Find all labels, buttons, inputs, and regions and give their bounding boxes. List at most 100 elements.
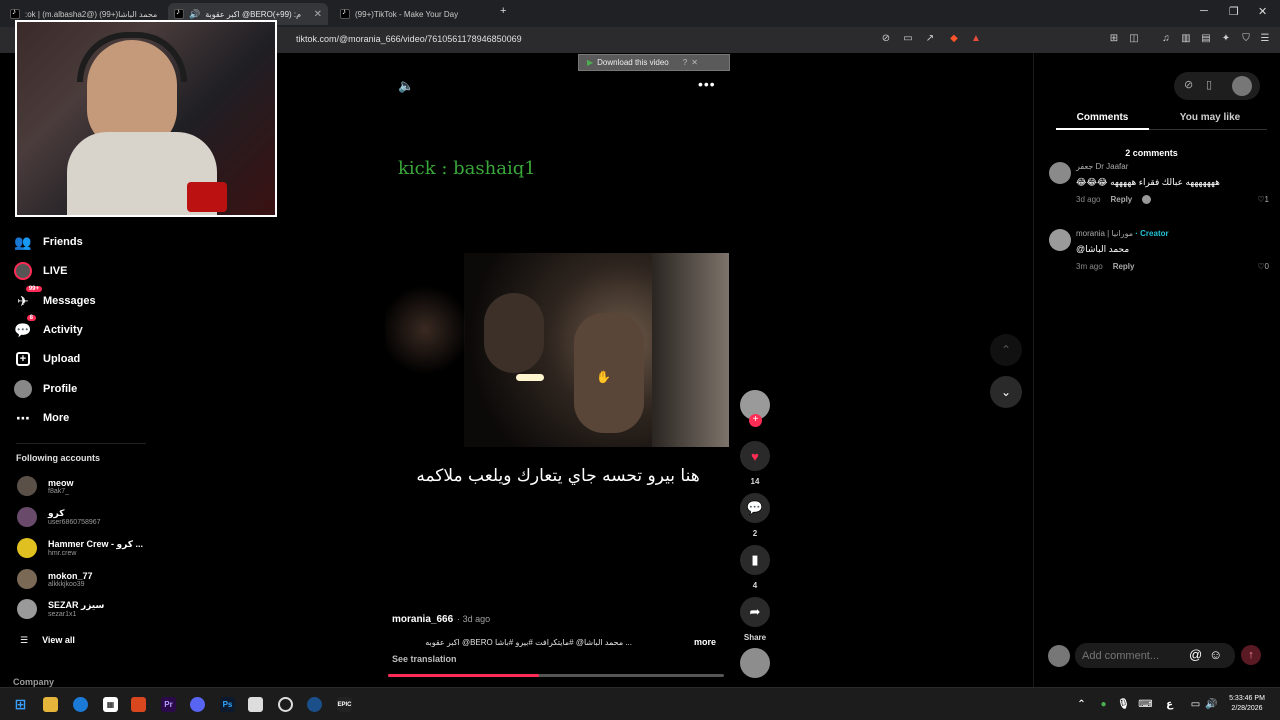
comment-input[interactable] [1082, 648, 1187, 663]
tray-app-icon[interactable]: ● [1096, 697, 1111, 712]
phone-icon[interactable]: ▯ [1206, 78, 1212, 91]
view-all-link[interactable]: ☰ View all [20, 635, 75, 646]
epic-games-icon[interactable]: EPIC [337, 697, 352, 712]
tray-chevron-icon[interactable]: ⌃ [1074, 697, 1089, 712]
reply-button[interactable]: Reply [1110, 195, 1132, 204]
photoshop-icon[interactable]: Ps [220, 697, 235, 712]
following-account[interactable]: كرو user6860758967 [17, 507, 101, 527]
follow-plus-icon[interactable]: + [749, 414, 762, 427]
obs-icon[interactable] [278, 697, 293, 712]
following-account[interactable]: Hammer Crew - كرو ... hmr.crew [17, 538, 143, 558]
sidebar-item-activity[interactable]: 💬 8 Activity [14, 315, 83, 339]
sidebar-item-live[interactable]: LIVE [14, 262, 67, 280]
sidebar-toggle-icon[interactable]: ▥ [1180, 33, 1192, 45]
post-comment-button[interactable]: ↑ [1241, 645, 1261, 665]
tab-you-may-like[interactable]: You may like [1160, 112, 1260, 123]
heart-outline-icon: ♡ [1257, 195, 1265, 204]
emoji-icon[interactable]: ☺ [1209, 647, 1222, 662]
discord-icon[interactable] [190, 697, 205, 712]
leo-ai-icon[interactable]: ✦ [1220, 33, 1232, 45]
video-options-icon[interactable]: ••• [698, 76, 716, 92]
comment-like-button[interactable]: ♡0 [1257, 262, 1269, 271]
tab-tiktok-home[interactable]: (99+)TikTok - Make Your Day [334, 3, 494, 25]
menu-icon[interactable]: ☰ [1259, 33, 1271, 45]
windows-taskbar: ⊞ ▦ Pr Ps EPIC ⌃ ● 🎙 ⌨ ع ▭ 🔊 5:33:46 PM … [0, 687, 1280, 720]
clock[interactable]: 5:33:46 PM 2/28/2026 [1222, 694, 1272, 714]
brave-rewards-icon[interactable]: ▲ [970, 33, 982, 45]
author-name[interactable]: morania_666 [392, 614, 453, 625]
store-icon[interactable]: ▦ [103, 697, 118, 712]
vpn-icon[interactable]: ⛉ [1240, 33, 1252, 45]
comment-text: @محمد الباشا [1076, 244, 1130, 254]
speaker-icon[interactable]: 🔊 [1204, 697, 1219, 712]
file-explorer-icon[interactable] [43, 697, 58, 712]
avatar[interactable] [1049, 229, 1071, 251]
no-tracking-icon[interactable]: ⊘ [880, 33, 892, 45]
video-progress-track[interactable] [388, 674, 724, 677]
comment-button[interactable]: 💬 2 [740, 493, 770, 538]
brave-icon[interactable] [131, 697, 146, 712]
audio-playing-icon[interactable]: 🔊 [189, 9, 200, 20]
sidebar-item-upload[interactable]: + Upload [14, 350, 80, 368]
brave-shield-icon[interactable]: ◆ [948, 33, 960, 45]
cast-icon[interactable]: ▭ [902, 33, 914, 45]
extensions-icon[interactable]: ⊞ [1108, 33, 1120, 45]
url-field[interactable]: tiktok.com/@morania_666/video/7610561178… [296, 34, 522, 44]
following-account[interactable]: mokon_77 alkkkjkoo39 [17, 569, 93, 589]
premiere-icon[interactable]: Pr [161, 697, 176, 712]
network-icon[interactable]: ▭ [1188, 697, 1203, 712]
tiktok-icon [174, 7, 184, 19]
download-video-button[interactable]: ▶ Download this video ? ✕ [578, 54, 730, 71]
language-indicator[interactable]: ع [1162, 697, 1177, 712]
share-page-icon[interactable]: ↗ [924, 33, 936, 45]
user-avatar[interactable] [1232, 76, 1252, 96]
new-tab-button[interactable]: + [500, 5, 506, 17]
video-frame[interactable] [464, 253, 729, 447]
creator-avatar-button[interactable]: + [740, 390, 770, 427]
arrow-up-icon: ↑ [1248, 649, 1254, 661]
edge-icon[interactable] [73, 697, 88, 712]
comment-count: 2 [752, 529, 758, 538]
company-link[interactable]: Company [13, 677, 54, 687]
restore-icon[interactable]: ❐ [1229, 5, 1239, 18]
sidebar-item-friends[interactable]: 👥 Friends [14, 233, 82, 251]
following-account[interactable]: SEZAR سيزر sezar1x1 [17, 599, 104, 619]
sidebar-item-more[interactable]: ⋯ More [14, 409, 69, 427]
app-icon[interactable] [248, 697, 263, 712]
close-window-icon[interactable]: ✕ [1258, 5, 1267, 18]
volume-icon[interactable]: 🔈 [398, 78, 414, 94]
see-translation-link[interactable]: See translation [392, 654, 457, 664]
compass-icon[interactable]: ⊘ [1184, 78, 1193, 91]
windows-start-icon[interactable]: ⊞ [13, 696, 28, 712]
screenshot-icon[interactable]: ◫ [1128, 33, 1140, 45]
wallet-icon[interactable]: ▤ [1200, 33, 1212, 45]
next-video-button[interactable]: ⌄ [990, 376, 1022, 408]
kick-overlay-text: kick : bashaiq1 [398, 158, 536, 179]
steam-icon[interactable] [307, 697, 322, 712]
more-button[interactable]: more [694, 637, 716, 647]
comment-author[interactable]: morania | مورانيا [1076, 229, 1133, 238]
keyboard-icon[interactable]: ⌨ [1138, 697, 1153, 712]
comment-author[interactable]: جعفر Dr Jaafar [1076, 162, 1128, 171]
avatar[interactable] [1049, 162, 1071, 184]
share-button[interactable]: ➦ Share [740, 597, 770, 642]
avatar [17, 569, 37, 589]
sound-disc[interactable] [740, 648, 770, 678]
sidebar-item-profile[interactable]: Profile [14, 380, 77, 398]
media-icon[interactable]: ♫ [1160, 33, 1172, 45]
previous-video-button[interactable]: ⌃ [990, 334, 1022, 366]
comment-input-box[interactable]: @ ☺ [1075, 643, 1235, 668]
close-tab-icon[interactable]: ✕ [314, 9, 322, 20]
like-button[interactable]: ♥ 14 [740, 441, 770, 486]
tab-comments[interactable]: Comments [1056, 112, 1149, 123]
reply-button[interactable]: Reply [1113, 262, 1135, 271]
following-account[interactable]: meow f8ak7_ [17, 476, 74, 496]
mic-icon[interactable]: 🎙 [1116, 697, 1131, 712]
help-icon[interactable]: ? [683, 58, 687, 67]
sidebar-item-messages[interactable]: ✈ 99+ Messages [14, 286, 96, 310]
mention-icon[interactable]: @ [1189, 647, 1202, 662]
close-icon[interactable]: ✕ [691, 58, 698, 67]
comment-like-button[interactable]: ♡1 [1257, 195, 1269, 204]
minimize-icon[interactable]: ─ [1200, 5, 1208, 17]
save-button[interactable]: ▮ 4 [740, 545, 770, 590]
